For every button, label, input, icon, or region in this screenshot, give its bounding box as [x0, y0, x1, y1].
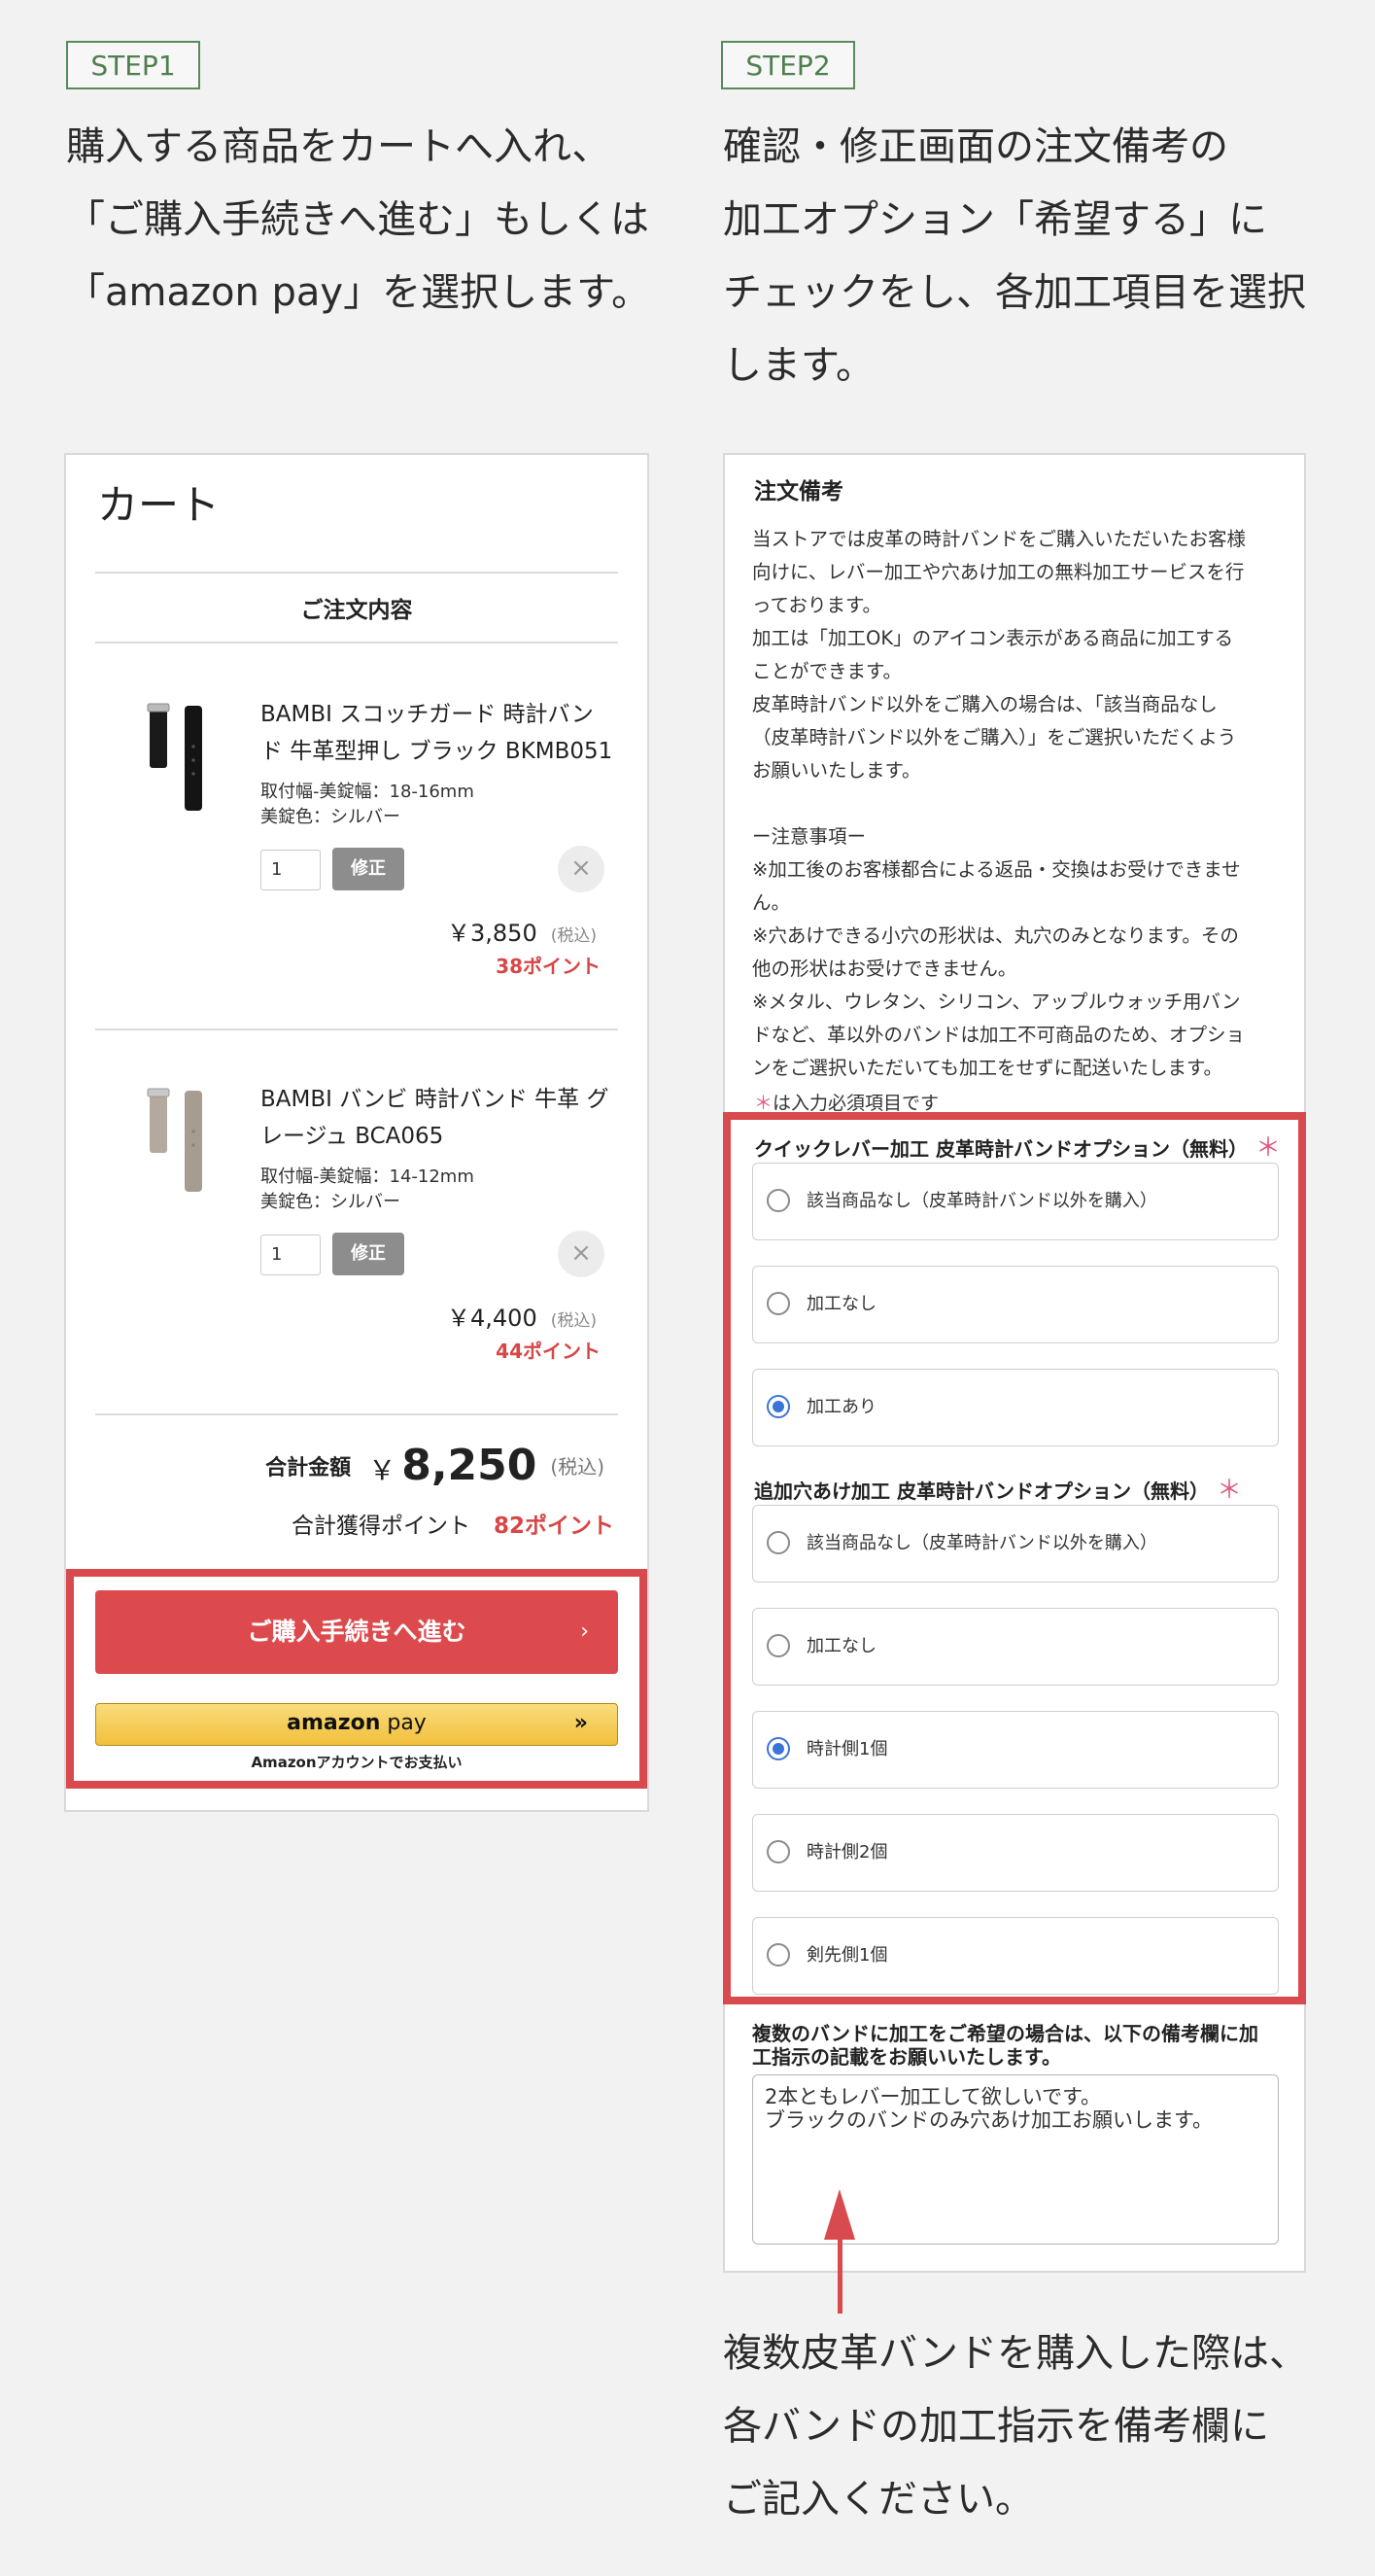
item-points: 38ポイント [496, 955, 601, 978]
item-price: ￥4,400 (税込) [447, 1299, 597, 1333]
notice-item: ※メタル、ウレタン、シリコン、アップルウォッチ用バン ドなど、革以外のバンドは加… [752, 986, 1287, 1085]
step2-line: します。 [723, 343, 875, 388]
notice-line: ンをご選択いただいても加工をせずに配送いたします。 [752, 1057, 1222, 1079]
required-star: ＊ [754, 1093, 773, 1114]
step2-line: チェックをし、各加工項目を選択 [723, 270, 1306, 315]
notes-line: ことができます。 [752, 660, 903, 682]
notice-line: ドなど、革以外のバンドは加工不可商品のため、オプショ [752, 1024, 1246, 1046]
cart-title: カート [97, 481, 221, 529]
notes-line: 向けに、レバー加工や穴あけ加工の無料加工サービスを行 [752, 561, 1245, 583]
checkout-highlight-frame [66, 1569, 647, 1789]
notes-line: 加工は「加工OK」のアイコン表示がある商品に加工する [752, 627, 1234, 649]
notes-text-line: ブラックのバンドのみ穴あけ加工お願いします。 [765, 2108, 1213, 2132]
notes-text-line: 2本ともレバー加工して欲しいです。 [765, 2085, 1101, 2108]
options-highlight-frame [723, 1112, 1306, 2004]
arrow-up-icon [824, 2189, 855, 2240]
notes-line: 当ストアでは皮革の時計バンドをご購入いただいたお客様 [752, 528, 1246, 550]
tax-label: (税込) [550, 1455, 604, 1479]
yen-symbol: ￥ [368, 1454, 396, 1486]
product-name-line: ド 牛革型押し ブラック BKMB051 [260, 739, 613, 764]
notes-line: っております。 [752, 594, 881, 616]
product-name[interactable]: BAMBI バンビ 時計バンド 牛革 グ レージュ BCA065 [260, 1081, 608, 1155]
remove-item-icon[interactable]: × [558, 846, 604, 892]
bottom-instructions: 複数皮革バンドを購入した際は、 各バンドの加工指示を備考欄に ご記入ください。 [723, 2317, 1308, 2536]
product-thumbnail-black-band[interactable] [136, 698, 223, 834]
total-amount: ￥ 8,250 [368, 1441, 536, 1490]
product-buckle-color: 美錠色：シルバー [260, 1192, 400, 1212]
step2-instructions: 確認・修正画面の注文備考の 加工オプション「希望する」に チェックをし、各加工項… [723, 111, 1306, 402]
notes-line: 皮革時計バンド以外をご購入の場合は、「該当商品なし [752, 693, 1218, 715]
earned-points-label: 合計獲得ポイント [291, 1514, 470, 1539]
item-price: ￥3,850 (税込) [447, 914, 597, 948]
bottom-line: 各バンドの加工指示を備考欄に [723, 2404, 1269, 2449]
notes-paragraph: 加工は「加工OK」のアイコン表示がある商品に加工する ことができます。 [752, 622, 1287, 688]
product-options: 取付幅-美錠幅：18-16mm 美錠色：シルバー [260, 780, 474, 830]
update-quantity-button[interactable]: 修正 [332, 848, 404, 890]
notice-line: ん。 [752, 891, 791, 914]
update-quantity-button[interactable]: 修正 [332, 1233, 404, 1275]
notice-item: ※加工後のお客様都合による返品・交換はお受けできませ ん。 [752, 853, 1287, 920]
multiple-band-instruction: 複数のバンドに加工をご希望の場合は、以下の備考欄に加 工指示の記載をお願いいたし… [752, 2022, 1296, 2069]
divider [95, 642, 618, 644]
notice-line: ※穴あけできる小穴の形状は、丸穴のみとなります。その [752, 924, 1239, 947]
product-name-line: レージュ BCA065 [260, 1124, 444, 1149]
product-thumbnail-greige-band[interactable] [136, 1083, 223, 1219]
product-width: 取付幅-美錠幅：18-16mm [260, 782, 474, 802]
item-points: 44ポイント [496, 1340, 601, 1363]
notice-title: ー注意事項ー [752, 825, 867, 848]
instruction-line: 複数のバンドに加工をご希望の場合は、以下の備考欄に加 [752, 2022, 1258, 2045]
product-options: 取付幅-美錠幅：14-12mm 美錠色：シルバー [260, 1165, 474, 1215]
step1-badge: STEP1 [66, 41, 200, 89]
earned-points-value: 82ポイント [493, 1514, 614, 1539]
notice-line: 他の形状はお受けできません。 [752, 957, 1017, 980]
tax-label: (税込) [550, 1311, 597, 1331]
required-note-text: は入力必須項目です [773, 1093, 940, 1114]
notes-paragraph: 皮革時計バンド以外をご購入の場合は、「該当商品なし （皮革時計バンド以外をご購入… [752, 688, 1287, 787]
bottom-line: ご記入ください。 [723, 2477, 1034, 2522]
product-name[interactable]: BAMBI スコッチガード 時計バン ド 牛革型押し ブラック BKMB051 [260, 696, 612, 770]
product-name-line: BAMBI バンビ 時計バンド 牛革 グ [260, 1087, 609, 1112]
earned-points: 合計獲得ポイント 82ポイント [292, 1507, 614, 1540]
notes-line: （皮革時計バンド以外をご購入）」をご選択いただくよう [752, 726, 1237, 748]
step2-line: 確認・修正画面の注文備考の [723, 124, 1228, 169]
step1-line: 「amazon pay」を選択します。 [66, 270, 651, 315]
remove-item-icon[interactable]: × [558, 1231, 604, 1277]
arrow-shaft [838, 2236, 842, 2314]
divider [95, 572, 618, 574]
product-width: 取付幅-美錠幅：14-12mm [260, 1166, 474, 1187]
notice-item: ※穴あけできる小穴の形状は、丸穴のみとなります。その 他の形状はお受けできません… [752, 920, 1287, 986]
order-heading: ご注文内容 [300, 598, 413, 623]
cart-total: 合計金額 ￥ 8,250 (税込) [265, 1441, 604, 1490]
product-buckle-color: 美錠色：シルバー [260, 807, 400, 827]
item-price-value: ￥4,400 [447, 1305, 537, 1332]
total-label: 合計金額 [265, 1455, 352, 1480]
tax-label: (税込) [550, 926, 597, 946]
notice-line: ※メタル、ウレタン、シリコン、アップルウォッチ用バン [752, 991, 1241, 1013]
step1-line: 「ご購入手続きへ進む」もしくは [66, 197, 649, 242]
step1-instructions: 購入する商品をカートへ入れ、 「ご購入手続きへ進む」もしくは 「amazon p… [66, 111, 650, 330]
notes-paragraph: 当ストアでは皮革の時計バンドをご購入いただいたお客様 向けに、レバー加工や穴あけ… [752, 523, 1287, 622]
notes-line: お願いいたします。 [752, 759, 921, 782]
step2-line: 加工オプション「希望する」に [723, 197, 1267, 242]
notice-line: ※加工後のお客様都合による返品・交換はお受けできませ [752, 858, 1241, 881]
step1-line: 購入する商品をカートへ入れ、 [66, 124, 611, 169]
quantity-input[interactable]: 1 [260, 1235, 321, 1275]
step2-badge: STEP2 [721, 41, 855, 89]
item-price-value: ￥3,850 [447, 920, 537, 947]
divider [95, 1413, 618, 1415]
bottom-line: 複数皮革バンドを購入した際は、 [723, 2331, 1308, 2376]
divider [95, 1028, 618, 1030]
order-notes-title: 注文備考 [754, 479, 843, 505]
instruction-line: 工指示の記載をお願いいたします。 [752, 2045, 1061, 2069]
total-amount-value: 8,250 [401, 1441, 537, 1490]
quantity-input[interactable]: 1 [260, 850, 321, 890]
product-name-line: BAMBI スコッチガード 時計バン [260, 702, 594, 727]
required-fields-note: ＊は入力必須項目です [754, 1089, 939, 1115]
order-notes-description: 当ストアでは皮革の時計バンドをご購入いただいたお客様 向けに、レバー加工や穴あけ… [752, 523, 1287, 1085]
